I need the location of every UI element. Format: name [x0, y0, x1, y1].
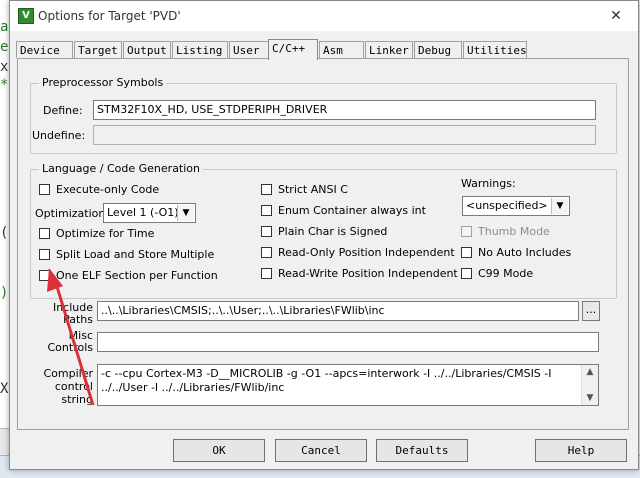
annotation-arrow-head [47, 268, 63, 292]
annotation-arrow-shaft [53, 279, 95, 406]
tab-cpp[interactable]: C/C++ [268, 39, 318, 60]
annotation-arrow [47, 268, 95, 406]
